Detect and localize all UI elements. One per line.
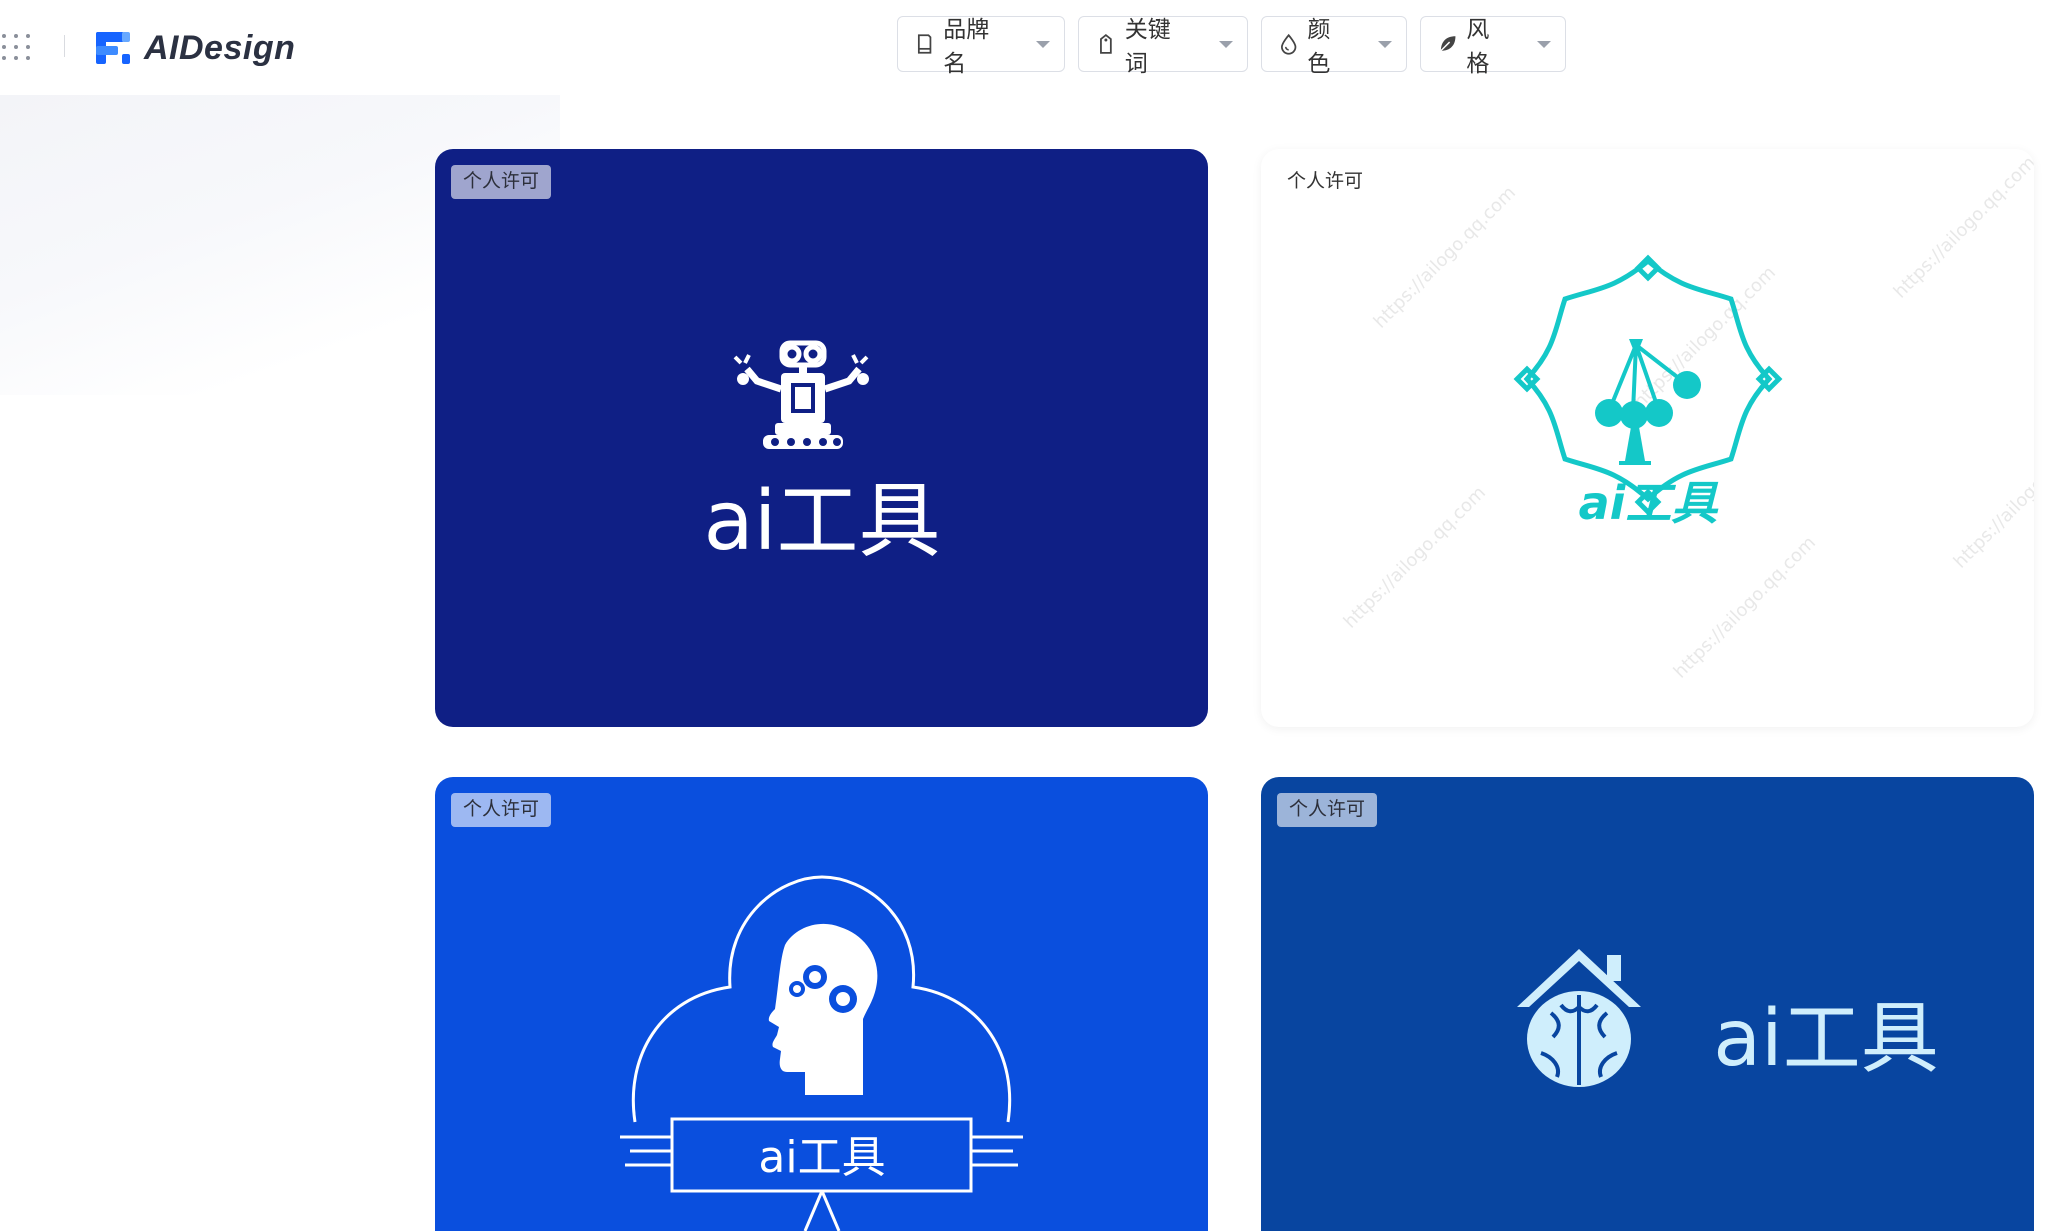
document-icon [917, 34, 932, 54]
chevron-down-icon [1537, 40, 1551, 48]
brand-name: AIDesign [144, 28, 296, 67]
license-badge: 个人许可 [1287, 171, 1364, 192]
droplet-icon [1281, 33, 1297, 55]
brain-house-icon [1517, 949, 1641, 1087]
license-badge: 个人许可 [451, 793, 552, 827]
svg-text:https://ailogo.qq.com: https://ailogo.qq.com [1340, 482, 1490, 632]
keyword-filter-label: 关键词 [1124, 16, 1171, 76]
tag-icon [1100, 33, 1112, 54]
brand-name-filter[interactable]: 品牌名 [897, 16, 1065, 76]
logo-wordmark: ai工具 [1579, 476, 1720, 530]
robot-icon [733, 340, 869, 449]
logo-card-1[interactable]: ai工具 个人许可 [435, 149, 1208, 727]
robot-logo-art: ai工具 [703, 340, 941, 569]
svg-text:https://ailogo.qq.com: https://ailogo.qq.com [1370, 182, 1520, 332]
svg-text:https://ailogo.qq.com: https://ailogo.qq.com [1670, 532, 1820, 682]
color-filter-label: 颜色 [1307, 16, 1331, 76]
chevron-down-icon [1036, 40, 1050, 48]
svg-text:https://ailogo.qq.com: https://ailogo.qq.com [1890, 152, 2034, 302]
style-filter-label: 风格 [1466, 16, 1490, 76]
cherries-logo-art: https://ailogo.qq.com https://ailogo.qq.… [1340, 152, 2034, 682]
brain-cloud-logo-art: ai工具 [620, 875, 1023, 1231]
top-header: AIDesign 品牌名 关键词 颜色 风格 [0, 0, 2053, 95]
logo-wordmark: ai工具 [1713, 994, 1938, 1084]
brand-logo[interactable]: AIDesign [92, 28, 295, 68]
header-divider [64, 35, 65, 57]
brain-house-logo-art: ai工具 [1517, 949, 1939, 1087]
logo-wordmark: ai工具 [703, 474, 940, 569]
keyword-filter[interactable]: 关键词 [1078, 16, 1248, 76]
license-badge: 个人许可 [451, 165, 552, 199]
brand-mark-icon [96, 32, 130, 64]
style-filter[interactable]: 风格 [1420, 16, 1566, 76]
filter-bar: 品牌名 关键词 颜色 风格 [897, 16, 1566, 76]
apps-grid-icon[interactable] [0, 30, 34, 64]
svg-text:https://ailogo.qq.com: https://ailogo.qq.com [1950, 422, 2034, 572]
logo-card-4[interactable]: ai工具 个人许可 [1261, 777, 2034, 1231]
license-badge: 个人许可 [1277, 793, 1378, 827]
brand-name-filter-label: 品牌名 [943, 16, 990, 76]
logo-wordmark: ai工具 [758, 1132, 885, 1183]
logo-card-3[interactable]: ai工具 个人许可 [435, 777, 1208, 1231]
color-filter[interactable]: 颜色 [1261, 16, 1407, 76]
chevron-down-icon [1219, 40, 1233, 48]
brain-gears-cloud-icon [768, 923, 878, 1095]
watermark-pattern: https://ailogo.qq.com https://ailogo.qq.… [1340, 152, 2034, 682]
chevron-down-icon [1378, 40, 1392, 48]
leaf-icon [1440, 36, 1456, 52]
logo-card-2[interactable]: https://ailogo.qq.com https://ailogo.qq.… [1261, 149, 2034, 727]
